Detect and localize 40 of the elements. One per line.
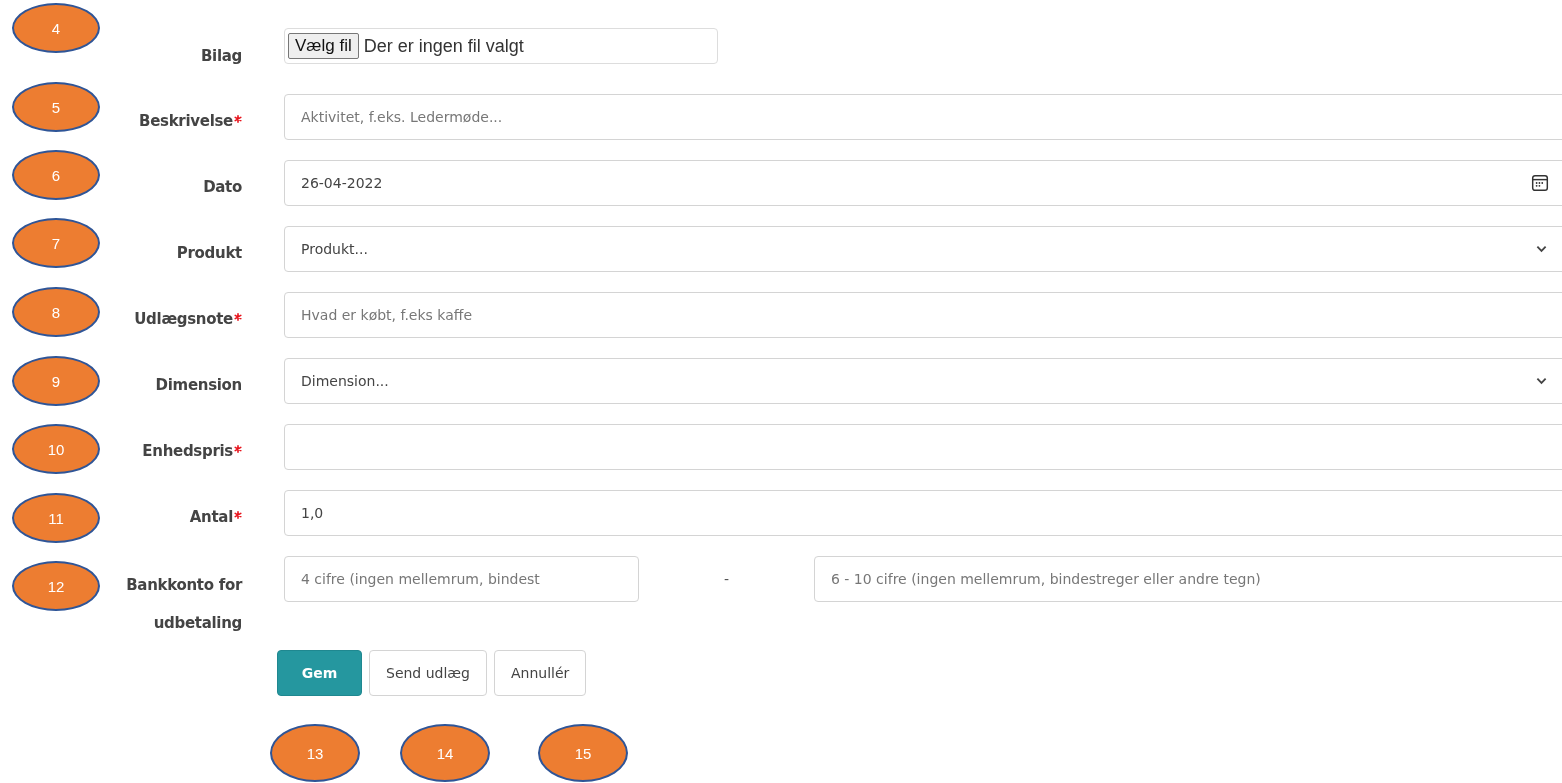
number-callout: 14 xyxy=(400,724,490,782)
separator-dash: - xyxy=(722,571,731,587)
number-callout: 8 xyxy=(12,287,100,337)
number-callout: 12 xyxy=(12,561,100,611)
input-field[interactable]: Hvad er købt, f.eks kaffe xyxy=(284,292,1562,338)
chevron-down-icon xyxy=(1536,245,1547,253)
field-label: Beskrivelse xyxy=(139,111,233,132)
field-label: Produkt xyxy=(176,243,242,264)
number-callout: 5 xyxy=(12,82,100,132)
number-callout: 4 xyxy=(12,3,100,53)
number-callout: 9 xyxy=(12,356,100,406)
file-field[interactable]: Vælg fil Der er ingen fil valgt xyxy=(284,28,718,64)
field-label: Bilag xyxy=(200,46,242,67)
field-label: Udlægsnote xyxy=(134,309,233,330)
input-field[interactable] xyxy=(284,424,1562,470)
field-label: Bankkonto for udbetaling xyxy=(125,575,242,634)
input-field[interactable]: 4 cifre (ingen mellemrum, bindest xyxy=(284,556,639,602)
input-field[interactable]: 6 - 10 cifre (ingen mellemrum, bindestreger eller andre tegn) xyxy=(814,556,1562,602)
dropdown-field[interactable]: Produkt... xyxy=(284,226,1562,272)
number-callout: 10 xyxy=(12,424,100,474)
calendar-icon[interactable] xyxy=(1531,174,1549,192)
number-callout: 6 xyxy=(12,150,100,200)
input-field[interactable]: 1,0 xyxy=(284,490,1562,536)
dropdown-field[interactable]: Dimension... xyxy=(284,358,1562,404)
date-field[interactable]: 26-04-2022 xyxy=(284,160,1562,206)
choose-file-button[interactable]: Vælg fil xyxy=(288,33,359,59)
action-button[interactable]: Annullér xyxy=(494,650,587,696)
field-label: Antal xyxy=(189,507,233,528)
field-label: Dimension xyxy=(155,375,242,396)
number-callout: 15 xyxy=(538,724,628,782)
number-callout: 13 xyxy=(270,724,360,782)
save-button[interactable]: Gem xyxy=(277,650,362,696)
chevron-down-icon xyxy=(1536,377,1547,385)
file-status: Der er ingen fil valgt xyxy=(363,35,524,57)
action-button[interactable]: Send udlæg xyxy=(369,650,487,696)
field-label: Dato xyxy=(203,177,242,198)
input-field[interactable]: Aktivitet, f.eks. Ledermøde... xyxy=(284,94,1562,140)
number-callout: 7 xyxy=(12,218,100,268)
field-label: Enhedspris xyxy=(142,441,233,462)
number-callout: 11 xyxy=(12,493,100,543)
